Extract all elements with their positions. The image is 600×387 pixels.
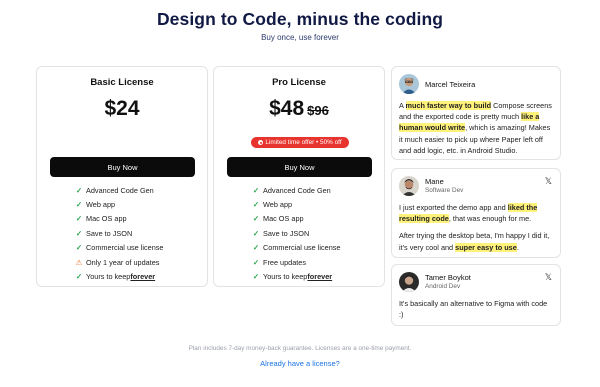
reviewer-name: Mane — [425, 177, 444, 186]
feature-emphasis: forever — [130, 272, 156, 282]
feature-item: ✓ Yours to keep forever — [251, 269, 340, 283]
feature-label: Advanced Code Gen — [263, 185, 331, 195]
check-icon: ✓ — [75, 243, 83, 253]
avatar — [399, 176, 419, 196]
check-icon: ✓ — [252, 243, 260, 253]
feature-label: Only 1 year of updates — [86, 257, 160, 267]
feature-item: ✓ Mac OS app — [74, 212, 163, 226]
review-text-segment: A — [399, 101, 406, 110]
review-text-segment: It's basically an alternative to Figma w… — [399, 299, 548, 320]
plan-card-basic: Basic License $24 Buy Now ✓ Advanced Code… — [36, 66, 208, 287]
review-paragraph: A much faster way to build Compose scree… — [399, 100, 553, 156]
review-paragraph: After trying the desktop beta, I'm happy… — [399, 230, 553, 252]
feature-item: ✓ Web app — [74, 197, 163, 211]
price-amount: $24 — [104, 97, 140, 120]
plan-price: $24 — [37, 97, 207, 121]
plan-price: $48 $96 — [214, 97, 384, 121]
feature-item: ✓ Yours to keep forever — [74, 269, 163, 283]
review-card: Mane Software Dev 𝕏 I just exported the … — [391, 168, 561, 258]
reviewer-role: Software Dev — [425, 187, 464, 194]
buy-now-button-pro[interactable]: Buy Now — [227, 157, 372, 177]
review-paragraph: It's basically an alternative to Figma w… — [399, 298, 553, 320]
feature-list: ✓ Advanced Code Gen ✓ Web app ✓ Mac OS app ✓ Sa… — [251, 183, 341, 284]
feature-label: Commercial use license — [86, 243, 164, 253]
feature-label: Advanced Code Gen — [86, 185, 154, 195]
feature-label: Mac OS app — [263, 214, 304, 224]
page-title: Design to Code, minus the coding — [156, 9, 444, 29]
review-text: A much faster way to build Compose scree… — [399, 100, 553, 156]
highlighted-text: much faster way to build — [405, 101, 492, 110]
buy-now-button-basic[interactable]: Buy Now — [50, 157, 195, 177]
reviewer-name: Marcel Teixeira — [425, 80, 476, 89]
feature-item: ✓ Save to JSON — [251, 226, 340, 240]
avatar — [399, 272, 419, 292]
check-icon: ✓ — [252, 185, 260, 195]
feature-item: ✓ Web app — [251, 197, 340, 211]
already-have-license-link[interactable]: Already have a license? — [0, 359, 600, 368]
feature-label: Commercial use license — [263, 243, 341, 253]
reviewer-name: Tamer Boykot — [425, 273, 471, 282]
check-icon: ✓ — [252, 272, 260, 282]
plan-name: Basic License — [90, 77, 154, 88]
review-text: I just exported the demo app and liked t… — [399, 202, 553, 253]
review-text-segment: , that was enough for me. — [448, 214, 532, 224]
feature-list: ✓ Advanced Code Gen ✓ Web app ✓ Mac OS app ✓ Sa… — [74, 183, 164, 284]
feature-item: ✓ Free updates — [251, 255, 340, 269]
feature-label: Yours to keep — [86, 272, 131, 282]
check-icon: ✓ — [75, 272, 83, 282]
price-amount: $48 — [269, 97, 305, 120]
check-icon: ✓ — [252, 214, 260, 224]
check-icon: ✓ — [75, 214, 83, 224]
offer-badge-text: Limited time offer • 50% off — [265, 139, 342, 146]
x-logo-icon[interactable]: 𝕏 — [545, 177, 552, 186]
check-icon: ✓ — [75, 200, 83, 210]
dot-icon — [258, 140, 264, 145]
feature-label: Free updates — [263, 257, 306, 267]
feature-label: Mac OS app — [86, 214, 127, 224]
review-card: Tamer Boykot Android Dev 𝕏 It's basicall… — [391, 264, 561, 326]
feature-label: Save to JSON — [86, 228, 133, 238]
review-text-segment: I just exported the demo app and — [399, 203, 508, 212]
highlighted-text: super easy to use — [455, 242, 517, 252]
feature-item: ✓ Mac OS app — [251, 212, 340, 226]
feature-item: ✓ Advanced Code Gen — [251, 183, 340, 197]
feature-label: Save to JSON — [263, 228, 310, 238]
check-icon: ✓ — [252, 257, 260, 267]
feature-item: ✓ Commercial use license — [74, 241, 164, 255]
offer-badge: Limited time offer • 50% off — [251, 137, 349, 148]
warning-icon: ⚠ — [75, 257, 83, 267]
check-icon: ✓ — [252, 228, 260, 238]
feature-item: ⚠ Only 1 year of updates — [74, 255, 163, 269]
feature-item: ✓ Advanced Code Gen — [74, 183, 163, 197]
plan-card-pro: Pro License $48 $96 Limited time offer • … — [213, 66, 385, 287]
x-logo-icon[interactable]: 𝕏 — [545, 273, 552, 282]
check-icon: ✓ — [75, 228, 83, 238]
feature-label: Web app — [263, 200, 293, 210]
check-icon: ✓ — [252, 200, 260, 210]
check-icon: ✓ — [75, 185, 83, 195]
feature-label: Web app — [86, 200, 116, 210]
guarantee-text: Plan includes 7-day money-back guarantee… — [188, 345, 412, 352]
feature-item: ✓ Save to JSON — [74, 226, 163, 240]
feature-item: ✓ Commercial use license — [251, 241, 341, 255]
avatar — [399, 74, 419, 94]
plan-name: Pro License — [272, 77, 326, 88]
reviewer-role: Android Dev — [425, 283, 461, 290]
feature-label: Yours to keep — [263, 272, 308, 282]
review-text-segment: . — [516, 242, 519, 252]
original-price: $96 — [307, 103, 329, 118]
review-paragraph: I just exported the demo app and liked t… — [399, 202, 553, 224]
review-card: Marcel Teixeira A much faster way to bui… — [391, 66, 561, 160]
feature-emphasis: forever — [307, 272, 333, 282]
page-subtitle: Buy once, use forever — [261, 33, 339, 42]
review-text: It's basically an alternative to Figma w… — [399, 298, 553, 320]
